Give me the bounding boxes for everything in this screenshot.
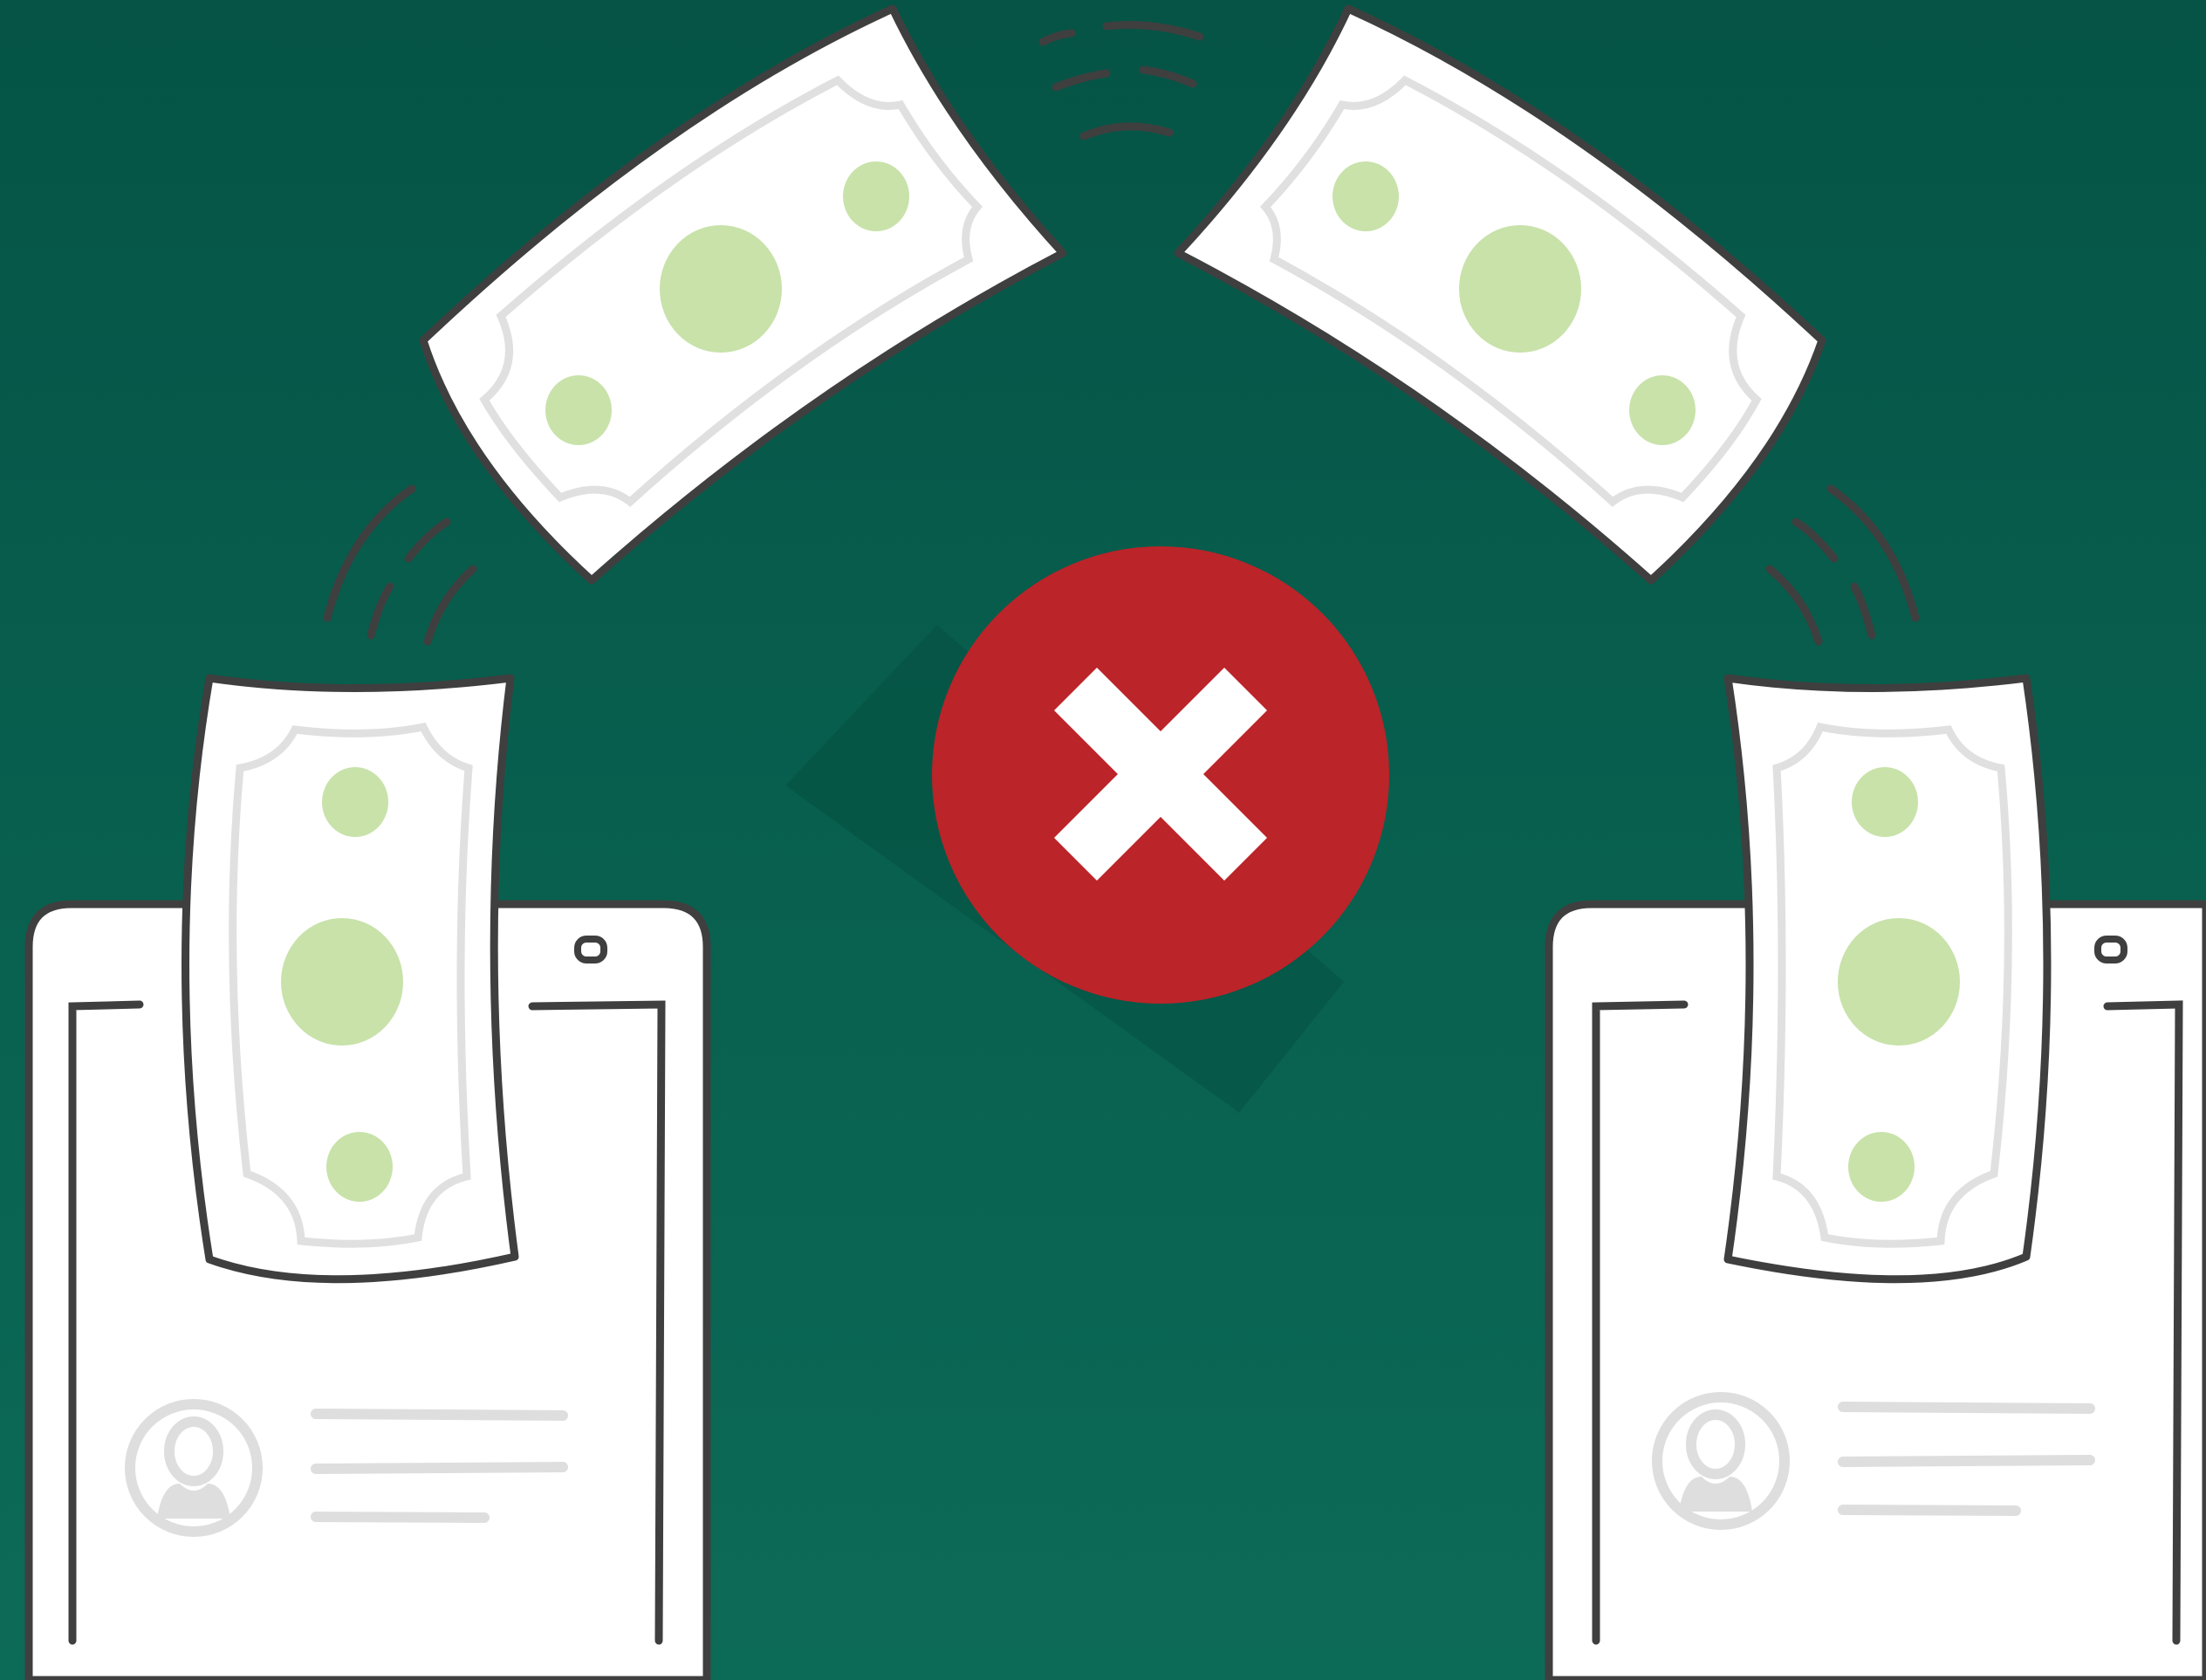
- user-icon: [125, 1399, 263, 1537]
- banknote-icon: [1723, 674, 2052, 1284]
- camera-icon: [2094, 936, 2127, 963]
- money-transfer-failed-illustration: [0, 0, 2206, 1680]
- user-icon: [1652, 1392, 1790, 1530]
- banknote-icon: [182, 674, 519, 1284]
- camera-icon: [574, 936, 607, 963]
